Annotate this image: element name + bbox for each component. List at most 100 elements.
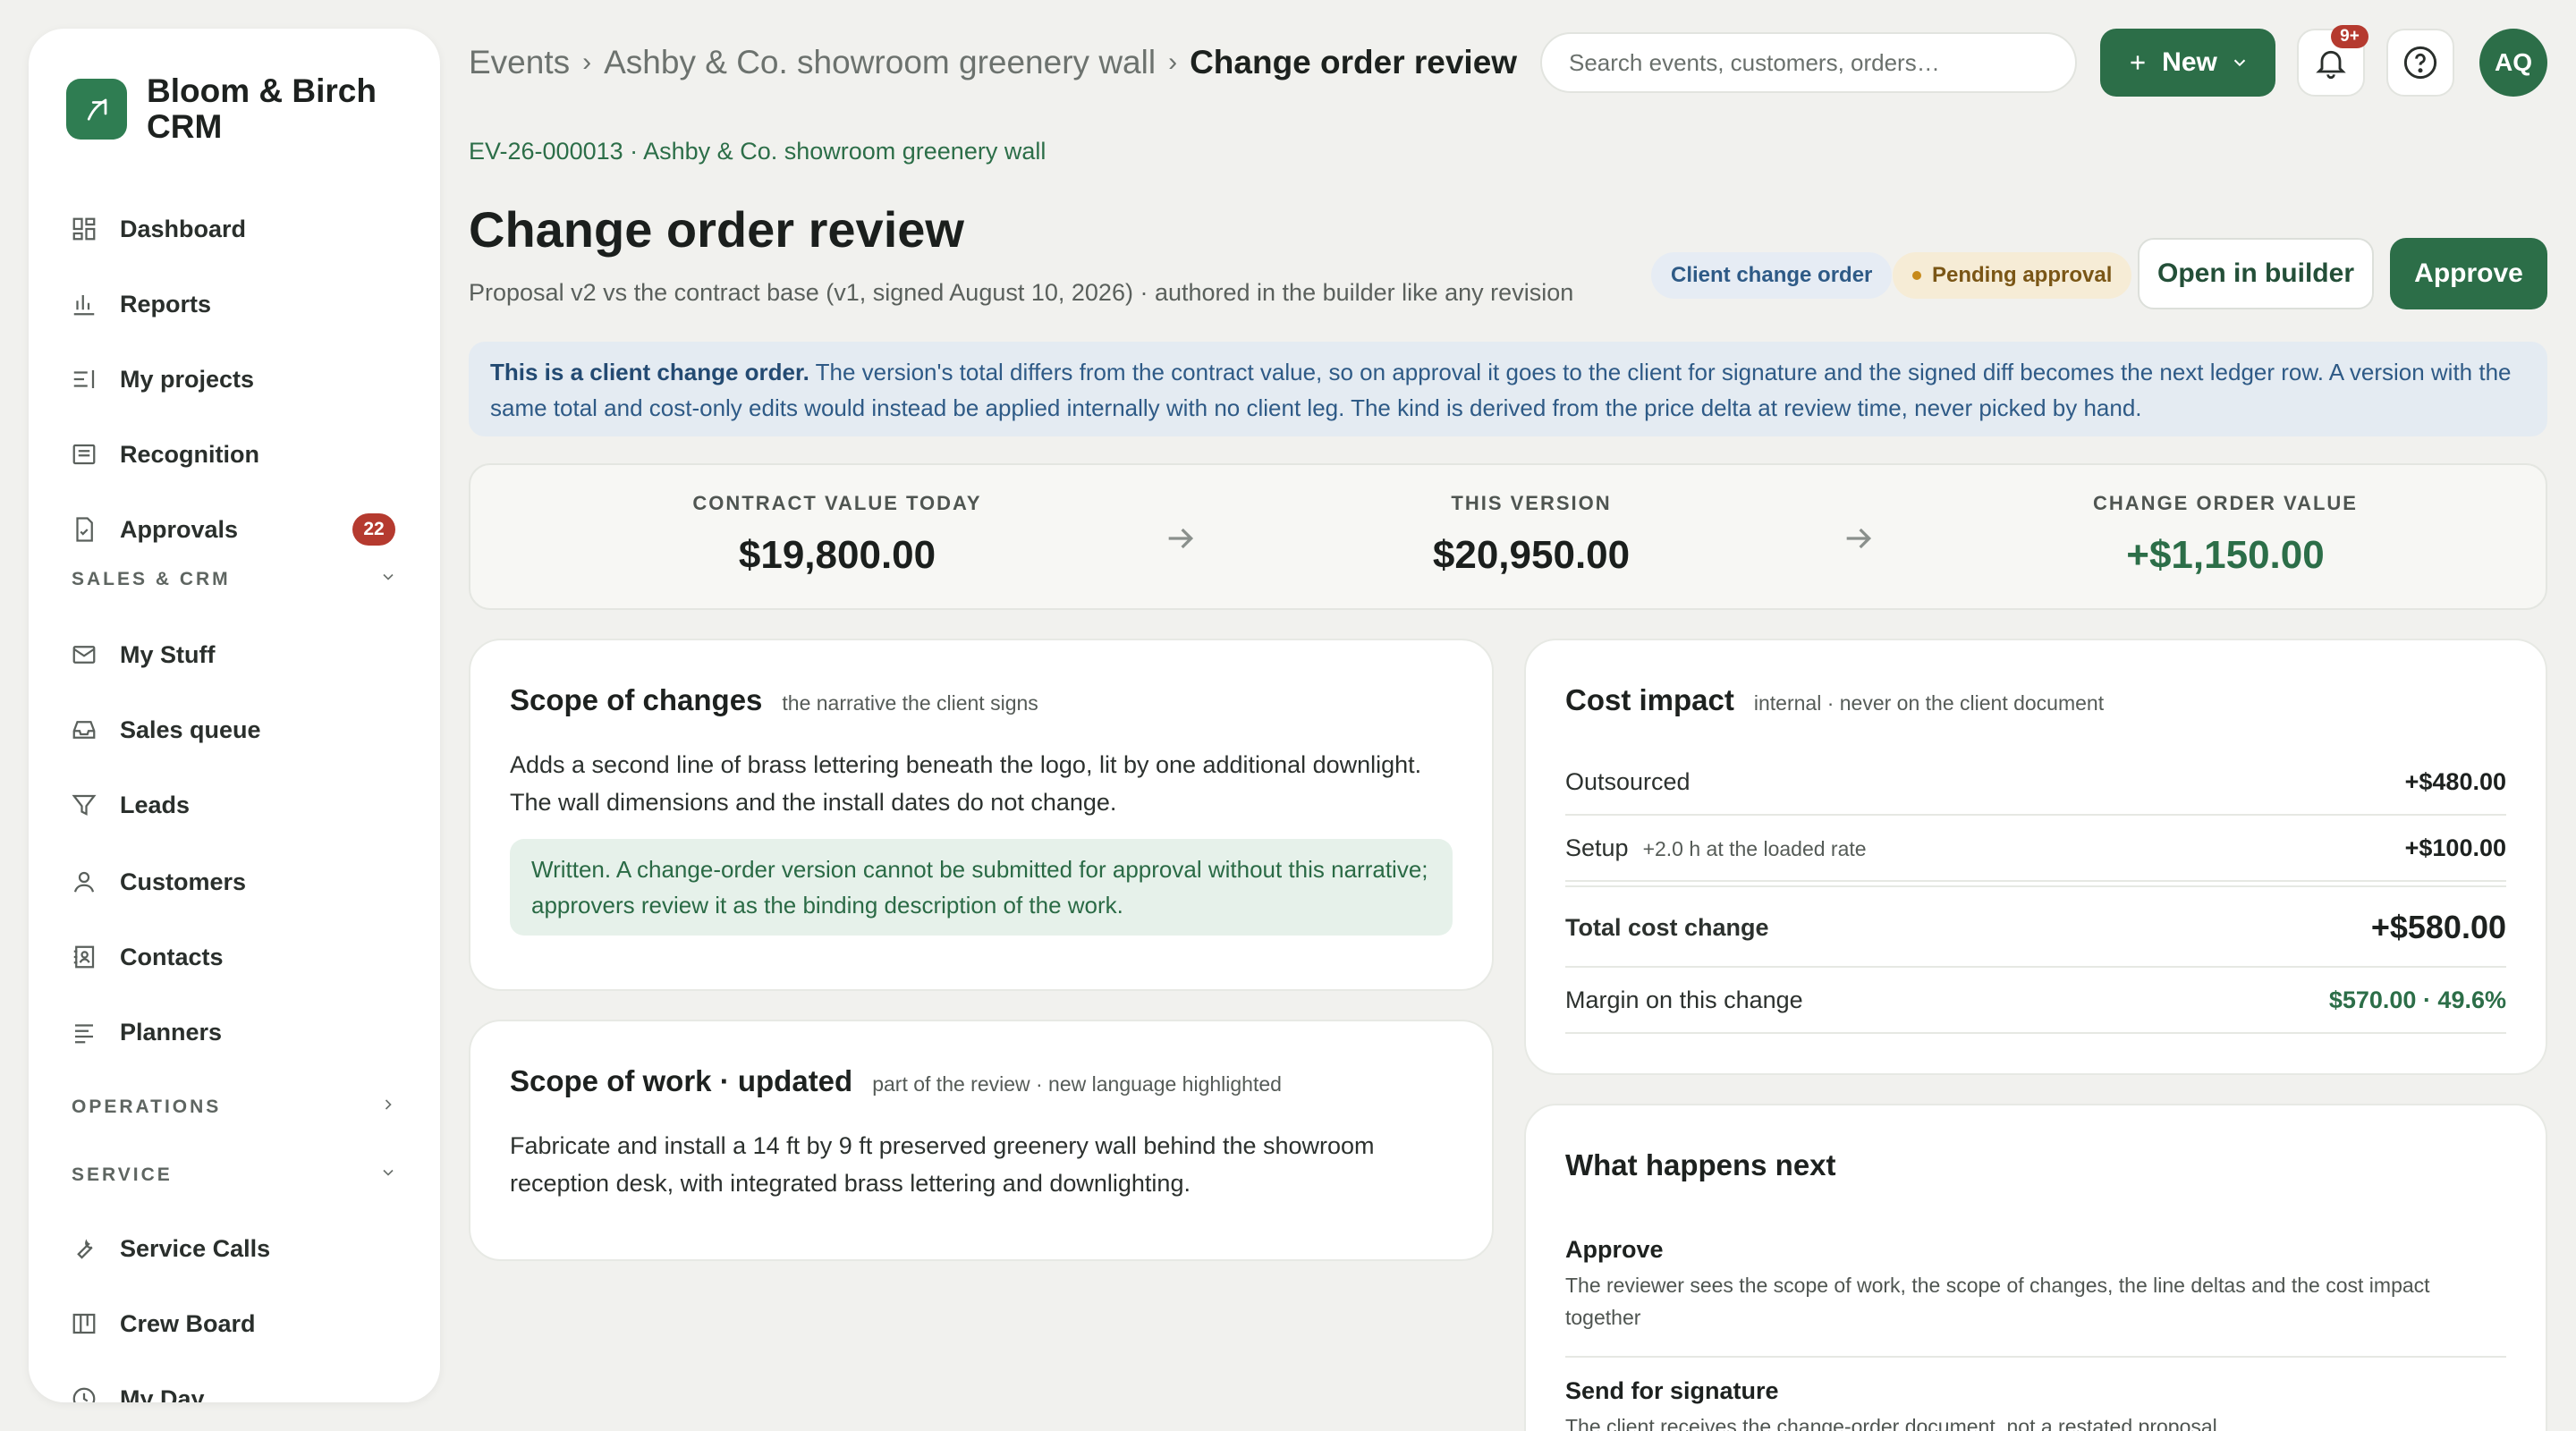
breadcrumb-current: Change order review	[1190, 44, 1518, 80]
document-check-icon	[68, 513, 100, 546]
sidebar-item-approvals[interactable]: Approvals 22	[68, 503, 440, 556]
chevron-down-icon	[2230, 53, 2250, 72]
totals-strip: CONTRACT VALUE TODAY $19,800.00 THIS VER…	[469, 463, 2547, 610]
sidebar-item-dashboard[interactable]: Dashboard	[68, 202, 246, 256]
app-name: Bloom & Birch CRM	[147, 72, 377, 145]
card-header: Scope of work · updated part of the revi…	[510, 1064, 1282, 1098]
sidebar-item-reports[interactable]: Reports	[68, 277, 211, 331]
card-title: Cost impact	[1565, 683, 1734, 716]
sidebar-item-my-stuff[interactable]: My Stuff	[68, 628, 215, 682]
sidebar-item-label: Reports	[120, 290, 212, 318]
cost-row-amount: +$100.00	[2404, 834, 2506, 861]
sidebar-item-my-day[interactable]: My Day	[68, 1372, 205, 1402]
sidebar-item-customers[interactable]: Customers	[68, 855, 246, 909]
status-badge: Pending approval	[1893, 252, 2132, 299]
breadcrumb-events[interactable]: Events	[469, 44, 570, 81]
contact-book-icon	[68, 941, 100, 973]
sidebar-item-label: My projects	[120, 365, 255, 393]
sidebar-item-label: Leads	[120, 791, 191, 818]
inbox-icon	[68, 714, 100, 746]
event-ref-link[interactable]: EV-26-000013 · Ashby & Co. showroom gree…	[469, 138, 1046, 165]
leaf-logo-icon	[66, 79, 127, 140]
margin-value: $570.00 · 49.6%	[2328, 986, 2506, 1013]
breadcrumb-event[interactable]: Ashby & Co. showroom greenery wall	[604, 44, 1156, 81]
search-placeholder: Search events, customers, orders…	[1569, 48, 1940, 76]
help-button[interactable]	[2386, 29, 2454, 97]
card-subtitle: internal · never on the client document	[1753, 691, 2105, 715]
section-label: SALES & CRM	[72, 569, 231, 589]
card-title: Scope of work · updated	[510, 1064, 853, 1097]
total-cost-label: Total cost change	[1565, 913, 1769, 941]
version-value-amount: $20,950.00	[1432, 533, 1631, 577]
section-label: OPERATIONS	[72, 1097, 222, 1117]
scope-of-work-text: Fabricate and install a 14 ft by 9 ft pr…	[510, 1132, 1375, 1197]
page-subtitle: Proposal v2 vs the contract base (v1, si…	[469, 279, 1574, 306]
sidebar-item-contacts[interactable]: Contacts	[68, 930, 224, 984]
status-dot-icon	[1912, 271, 1921, 280]
status-label: Pending approval	[1932, 263, 2113, 287]
sidebar: Bloom & Birch CRM Dashboard Reports My p…	[29, 29, 440, 1402]
sidebar-item-sales-queue[interactable]: Sales queue	[68, 703, 261, 757]
cost-row-amount: +$480.00	[2404, 767, 2506, 795]
step-description: The client receives the change-order doc…	[1565, 1415, 2217, 1431]
sidebar-item-label: Recognition	[120, 440, 259, 468]
sidebar-item-label: Contacts	[120, 943, 224, 970]
new-button[interactable]: New	[2100, 29, 2275, 97]
narrative-note: Written. A change-order version cannot b…	[510, 839, 1453, 936]
sidebar-item-leads[interactable]: Leads	[68, 778, 190, 832]
sidebar-item-label: Planners	[120, 1018, 223, 1046]
bell-icon	[2313, 45, 2349, 80]
step-send-for-signature: Send for signature The client receives t…	[1565, 1377, 2506, 1431]
version-value-label: THIS VERSION	[1451, 492, 1612, 514]
sidebar-item-label: Approvals	[120, 515, 239, 543]
step-title: Approve	[1565, 1236, 1664, 1263]
change-order-value: CHANGE ORDER VALUE +$1,150.00	[1957, 492, 2494, 578]
cost-row-total: Total cost change +$580.00	[1565, 894, 2506, 961]
funnel-icon	[68, 789, 100, 821]
sidebar-item-recognition[interactable]: Recognition	[68, 428, 259, 481]
card-header: Scope of changes the narrative the clien…	[510, 683, 1038, 717]
scope-of-work-card: Scope of work · updated part of the revi…	[469, 1020, 1494, 1261]
sidebar-item-label: Service Calls	[120, 1234, 271, 1262]
sidebar-item-label: My Day	[120, 1384, 205, 1403]
section-label: SERVICE	[72, 1164, 173, 1185]
wrench-icon	[68, 1232, 100, 1265]
card-title: What happens next	[1565, 1148, 1836, 1181]
sidebar-item-service-calls[interactable]: Service Calls	[68, 1222, 270, 1275]
sidebar-item-label: Dashboard	[120, 215, 247, 242]
change-order-value-label: CHANGE ORDER VALUE	[2093, 492, 2358, 514]
brand[interactable]: Bloom & Birch CRM	[66, 73, 415, 145]
plus-icon	[2126, 51, 2149, 74]
sidebar-item-planners[interactable]: Planners	[68, 1005, 222, 1059]
sidebar-item-label: My Stuff	[120, 640, 216, 668]
arrow-right-icon	[1846, 528, 1872, 549]
scope-of-changes-card: Scope of changes the narrative the clien…	[469, 639, 1494, 991]
avatar[interactable]: AQ	[2479, 29, 2547, 97]
dashboard-icon	[68, 213, 100, 245]
cost-row-label: Setup	[1565, 834, 1629, 861]
approve-button[interactable]: Approve	[2390, 238, 2547, 309]
board-icon	[68, 1308, 100, 1340]
sidebar-item-crew-board[interactable]: Crew Board	[68, 1297, 256, 1351]
section-service[interactable]: SERVICE	[72, 1157, 397, 1193]
list-icon	[68, 363, 100, 395]
section-sales-crm[interactable]: SALES & CRM	[72, 562, 397, 597]
scope-of-changes-text: Adds a second line of brass lettering be…	[510, 751, 1422, 816]
kind-tag: Client change order	[1651, 252, 1893, 299]
card-title: Scope of changes	[510, 683, 763, 716]
info-banner: This is a client change order. The versi…	[469, 342, 2547, 436]
breadcrumb-separator: ›	[582, 47, 592, 77]
help-icon	[2402, 44, 2439, 81]
card-header: What happens next	[1565, 1148, 1836, 1182]
mail-icon	[68, 639, 100, 671]
open-in-builder-button[interactable]: Open in builder	[2138, 238, 2374, 309]
step-title: Send for signature	[1565, 1377, 1779, 1404]
section-operations[interactable]: OPERATIONS	[72, 1089, 397, 1125]
step-description: The reviewer sees the scope of work, the…	[1565, 1274, 2430, 1329]
search-input[interactable]: Search events, customers, orders…	[1540, 32, 2077, 93]
lines-icon	[68, 1016, 100, 1048]
sidebar-item-my-projects[interactable]: My projects	[68, 352, 254, 406]
notifications-badge: 9+	[2331, 25, 2368, 48]
cost-row-label: Outsourced	[1565, 767, 1690, 795]
change-order-value-amount: +$1,150.00	[2126, 533, 2325, 577]
